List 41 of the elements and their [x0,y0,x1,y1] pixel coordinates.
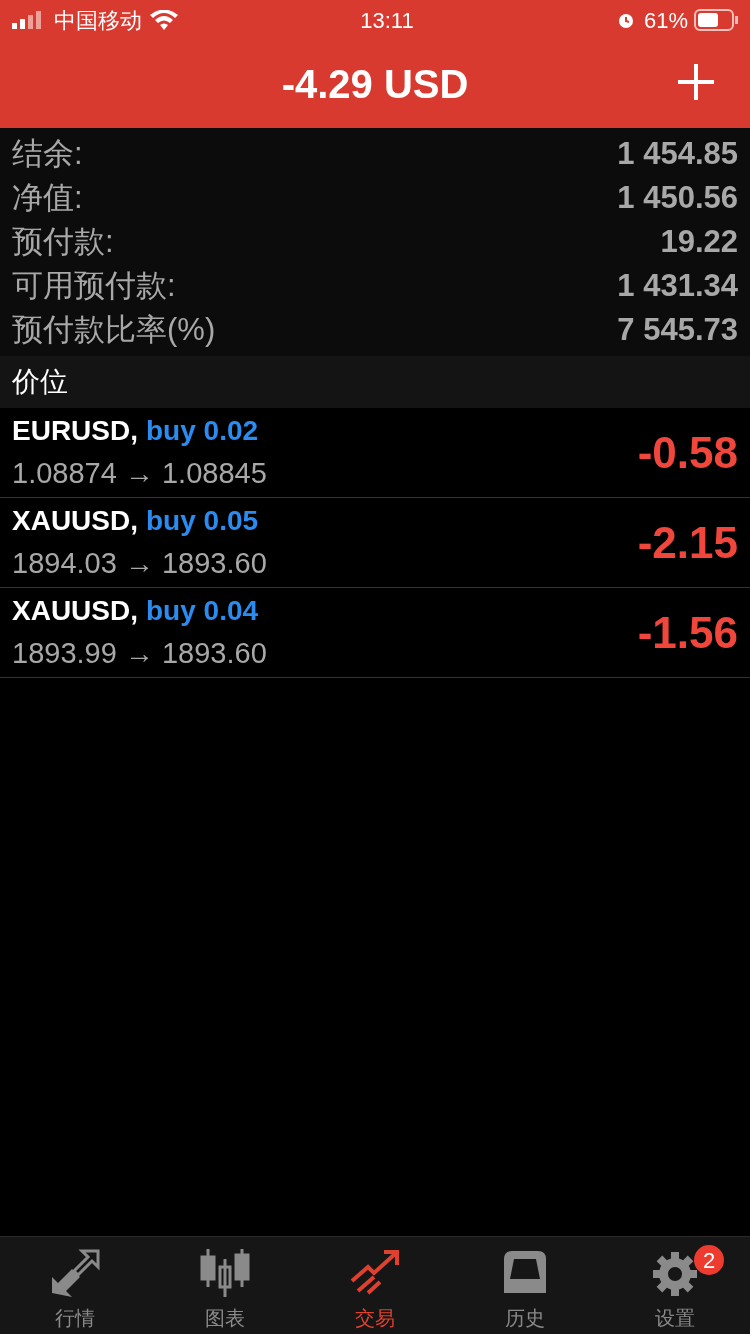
tab[interactable]: 行情 [0,1237,150,1334]
section-title: 价位 [12,365,68,399]
wifi-icon [150,10,178,30]
position-row[interactable]: XAUUSD, buy 0.05 1894.03 → 1893.60 -2.15 [0,498,750,588]
position-profit: -2.15 [637,516,738,569]
symbol: EURUSD, [12,413,138,448]
battery-icon [694,9,738,31]
tab[interactable]: 历史 [450,1237,600,1334]
clock-time: 13:11 [359,6,415,35]
price-change: 1.08874 → 1.08845 [12,455,267,491]
add-button[interactable] [676,62,716,102]
profit-title: -4.29 USD [281,61,469,108]
candlestick-icon [198,1247,252,1297]
summary-label: 净值: [12,178,83,217]
summary-value: 7 545.73 [617,310,738,349]
tab[interactable]: 设置 2 [600,1237,750,1334]
notification-badge: 2 [694,1245,724,1275]
summary-label: 可用预付款: [12,266,176,305]
position-row[interactable]: EURUSD, buy 0.02 1.08874 → 1.08845 -0.58 [0,408,750,498]
summary-value: 1 454.85 [617,134,738,173]
order-type: buy 0.04 [146,593,259,628]
order-type: buy 0.02 [146,413,259,448]
symbol: XAUUSD, [12,593,138,628]
summary-value: 1 450.56 [617,178,738,217]
position-profit: -0.58 [637,426,738,479]
trend-icon [348,1247,402,1297]
summary-value: 19.22 [660,222,738,261]
position-row[interactable]: XAUUSD, buy 0.04 1893.99 → 1893.60 -1.56 [0,588,750,678]
symbol: XAUUSD, [12,503,138,538]
summary-label: 结余: [12,134,83,173]
summary-value: 1 431.34 [617,266,738,305]
price-change: 1894.03 → 1893.60 [12,545,267,581]
tab[interactable]: 图表 [150,1237,300,1334]
summary-label: 预付款: [12,222,114,261]
price-change: 1893.99 → 1893.60 [12,635,267,671]
order-type: buy 0.05 [146,503,259,538]
position-profit: -1.56 [637,606,738,659]
summary-label: 预付款比率(%) [12,310,216,349]
tab[interactable]: 交易 [300,1237,450,1334]
battery-percent: 61% [643,6,688,35]
carrier: 中国移动 [54,6,142,35]
